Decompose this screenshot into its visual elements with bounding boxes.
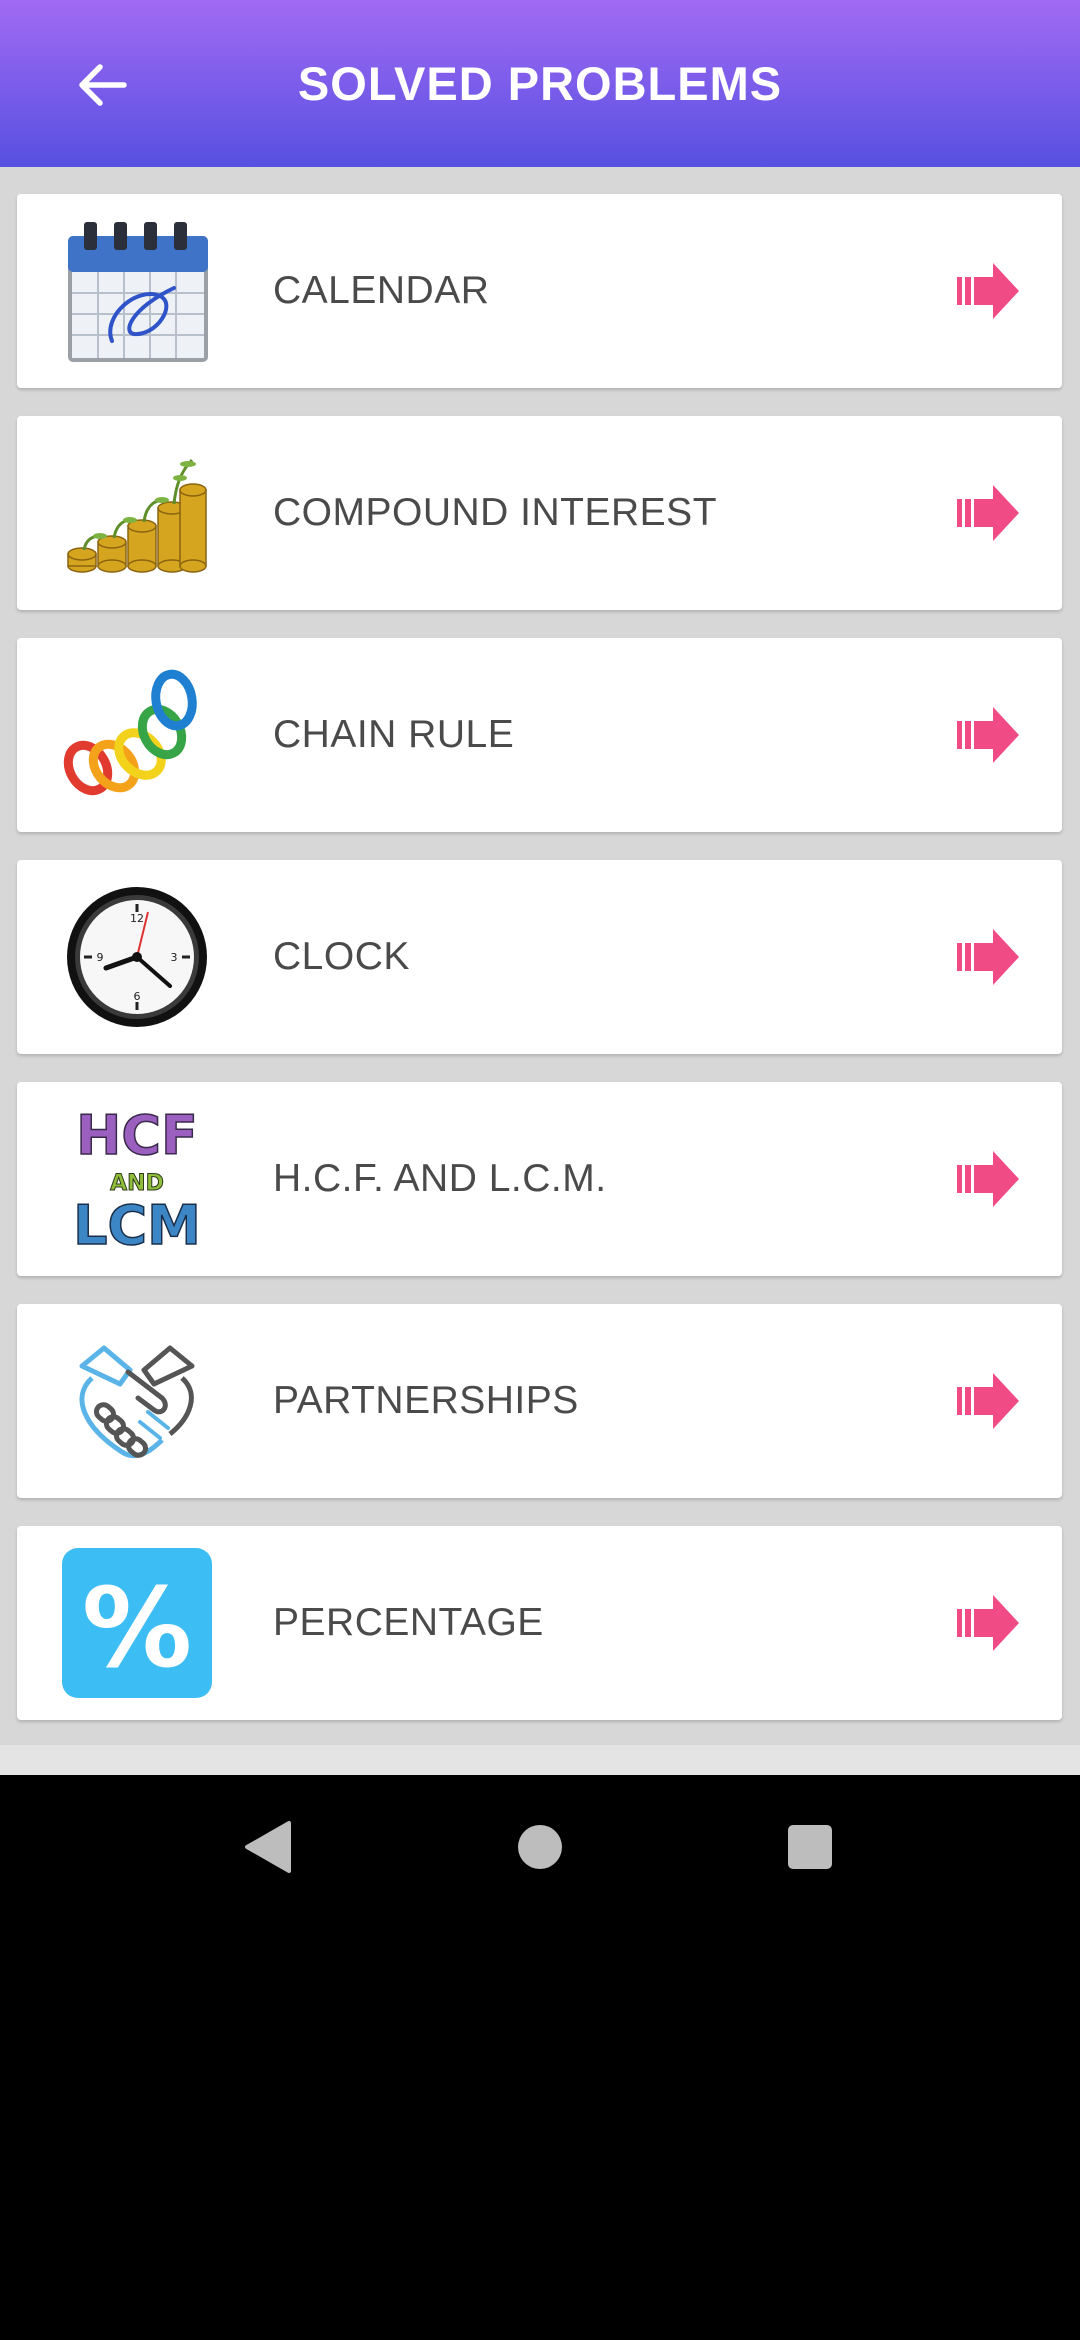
nav-recents-icon xyxy=(788,1825,832,1869)
calendar-icon xyxy=(62,216,212,366)
arrow-left-icon xyxy=(79,64,127,106)
clock-icon: 12 3 6 9 xyxy=(62,882,212,1032)
pink-arrow-right-icon xyxy=(957,1595,1019,1651)
percent-icon: % xyxy=(62,1548,212,1698)
topic-label: H.C.F. AND L.C.M. xyxy=(273,1157,607,1200)
topic-card-hcf-lcm[interactable]: HCF AND LCM H.C.F. AND L.C.M. xyxy=(17,1082,1062,1276)
app-bar: SOLVED PROBLEMS xyxy=(0,0,1080,167)
nav-back-button[interactable] xyxy=(217,1797,317,1897)
topic-card-percentage[interactable]: % PERCENTAGE xyxy=(17,1526,1062,1720)
system-navigation-bar xyxy=(0,1775,1080,1920)
coins-growth-icon xyxy=(62,438,212,588)
topic-label: CALENDAR xyxy=(273,269,490,312)
pink-arrow-right-icon xyxy=(957,1373,1019,1429)
svg-text:9: 9 xyxy=(97,951,104,964)
nav-home-icon xyxy=(518,1825,562,1869)
topic-label: CLOCK xyxy=(273,935,410,978)
percent-sign: % xyxy=(82,1564,192,1692)
topic-label: COMPOUND INTEREST xyxy=(273,491,718,534)
topic-card-clock[interactable]: 12 3 6 9 CLOCK xyxy=(17,860,1062,1054)
page-title: SOLVED PROBLEMS xyxy=(297,57,783,110)
nav-back-icon xyxy=(245,1821,291,1873)
and-text: AND xyxy=(110,1171,164,1196)
topic-label: CHAIN RULE xyxy=(273,713,515,756)
topic-card-chain-rule[interactable]: CHAIN RULE xyxy=(17,638,1062,832)
svg-text:6: 6 xyxy=(134,990,141,1003)
pink-arrow-right-icon xyxy=(957,485,1019,541)
handshake-icon xyxy=(62,1326,212,1476)
pink-arrow-right-icon xyxy=(957,707,1019,763)
svg-text:3: 3 xyxy=(171,951,178,964)
hcf-text: HCF xyxy=(76,1104,198,1167)
topic-card-compound-interest[interactable]: COMPOUND INTEREST xyxy=(17,416,1062,610)
topic-label: PERCENTAGE xyxy=(273,1601,544,1644)
lcm-text: LCM xyxy=(73,1194,201,1254)
nav-recents-button[interactable] xyxy=(760,1797,860,1897)
pink-arrow-right-icon xyxy=(957,929,1019,985)
topic-card-partnerships[interactable]: PARTNERSHIPS xyxy=(17,1304,1062,1498)
bottom-divider xyxy=(0,1745,1080,1775)
topic-card-calendar[interactable]: CALENDAR xyxy=(17,194,1062,388)
chain-links-icon xyxy=(62,660,212,810)
back-button[interactable] xyxy=(60,43,144,127)
svg-text:12: 12 xyxy=(130,912,144,925)
nav-home-button[interactable] xyxy=(490,1797,590,1897)
topic-label: PARTNERSHIPS xyxy=(273,1379,579,1422)
pink-arrow-right-icon xyxy=(957,263,1019,319)
pink-arrow-right-icon xyxy=(957,1151,1019,1207)
topic-list: CALENDAR COMPOUND INTEREST CHAIN RULE 12… xyxy=(0,167,1080,1745)
hcf-lcm-icon: HCF AND LCM xyxy=(62,1104,212,1254)
